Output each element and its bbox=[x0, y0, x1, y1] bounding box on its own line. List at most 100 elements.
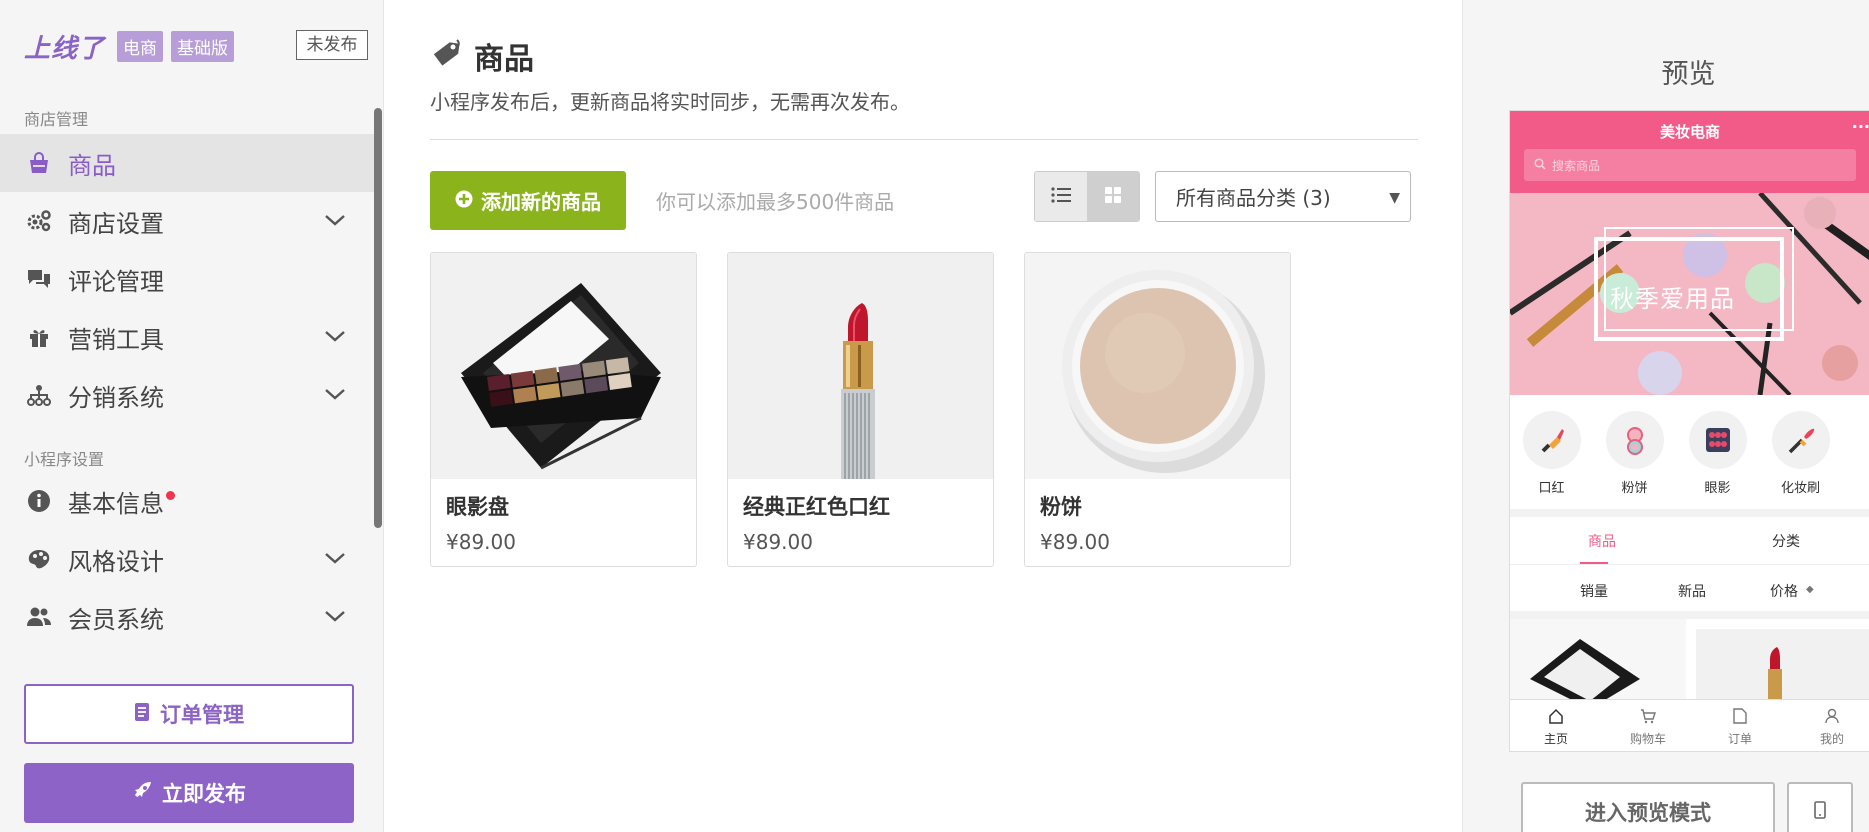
order-icon bbox=[1733, 708, 1747, 727]
sidebar-item-marketing[interactable]: 营销工具 bbox=[0, 308, 374, 366]
shopping-bag-icon bbox=[24, 148, 54, 178]
product-name: 经典正红色口红 bbox=[743, 495, 890, 519]
sidebar-item-label: 分销系统 bbox=[68, 383, 164, 412]
phone-preview[interactable]: 美妆电商 ··· 搜索商品 秋季爱用品 口红 粉饼 眼影 化妆刷 商品 分类 销… bbox=[1509, 110, 1869, 752]
chevron-down-icon bbox=[324, 328, 346, 347]
sidebar-item-label: 评论管理 bbox=[68, 267, 164, 296]
chevron-down-icon bbox=[324, 608, 346, 627]
app-root: 上线了 电商 基础版 未发布 商店管理 商品 商店设置 评论管理 营销工具 分销… bbox=[0, 0, 1869, 832]
rocket-icon bbox=[132, 781, 152, 806]
phone-sort-bar: 销量 新品 价格 ◆ bbox=[1510, 567, 1869, 611]
document-icon bbox=[134, 702, 150, 727]
section-title-miniapp: 小程序设置 bbox=[24, 450, 105, 469]
chevron-down-icon bbox=[324, 386, 346, 405]
sort-toggle-icon: ◆ bbox=[1806, 584, 1814, 595]
preview-panel: 预览 美妆电商 ··· 搜索商品 秋季爱用品 口红 粉饼 眼影 化妆刷 商品 分… bbox=[1462, 0, 1869, 832]
sidebar-item-products[interactable]: 商品 bbox=[0, 134, 374, 192]
phone-header: 美妆电商 ··· 搜索商品 bbox=[1510, 111, 1869, 193]
phone-tab-products[interactable]: 商品 bbox=[1510, 517, 1694, 564]
publish-now-button[interactable]: 立即发布 bbox=[24, 763, 354, 823]
sidebar-item-label: 风格设计 bbox=[68, 547, 164, 576]
tag-icon bbox=[430, 38, 462, 74]
sidebar-item-label: 会员系统 bbox=[68, 605, 164, 634]
phone-nav-orders[interactable]: 订单 bbox=[1694, 700, 1786, 751]
product-price: ¥89.00 bbox=[1040, 530, 1110, 554]
phone-tab-categories[interactable]: 分类 bbox=[1694, 517, 1869, 564]
page-title: 商品 bbox=[474, 42, 534, 77]
gears-icon bbox=[24, 206, 54, 236]
palette-icon bbox=[24, 544, 54, 574]
product-name: 眼影盘 bbox=[446, 495, 509, 519]
phone-product-grid bbox=[1510, 619, 1869, 709]
phone-banner: 秋季爱用品 bbox=[1510, 193, 1869, 395]
search-icon bbox=[1534, 157, 1546, 173]
phone-category-item[interactable]: 口红 bbox=[1510, 403, 1593, 501]
phone-search-placeholder: 搜索商品 bbox=[1552, 158, 1601, 173]
sort-sales[interactable]: 销量 bbox=[1580, 581, 1608, 601]
sitemap-icon bbox=[24, 380, 54, 410]
sidebar-item-style-design[interactable]: 风格设计 bbox=[0, 530, 374, 588]
sidebar-item-reviews[interactable]: 评论管理 bbox=[0, 250, 374, 308]
add-product-label: 添加新的商品 bbox=[481, 190, 601, 214]
preview-title: 预览 bbox=[1661, 59, 1716, 90]
product-card[interactable]: 眼影盘 ¥89.00 bbox=[430, 252, 697, 567]
grid-icon bbox=[1104, 186, 1122, 208]
phone-nav-label: 购物车 bbox=[1629, 732, 1666, 746]
cart-icon bbox=[1640, 708, 1656, 727]
users-icon bbox=[24, 602, 54, 632]
sidebar-item-basic-info[interactable]: 基本信息 bbox=[0, 472, 374, 530]
product-name: 粉饼 bbox=[1040, 495, 1082, 519]
order-management-label: 订单管理 bbox=[160, 703, 244, 727]
add-product-button[interactable]: 添加新的商品 bbox=[430, 171, 626, 230]
phone-category-item[interactable]: 眼影 bbox=[1676, 403, 1759, 501]
category-select[interactable]: 所有商品分类 (3) ▼ bbox=[1155, 171, 1411, 222]
phone-nav-label: 主页 bbox=[1543, 732, 1568, 746]
makeup-brush-icon bbox=[1771, 411, 1830, 469]
sidebar-item-store-settings[interactable]: 商店设置 bbox=[0, 192, 374, 250]
phone-category-label: 眼影 bbox=[1704, 481, 1731, 496]
grid-view-button[interactable] bbox=[1087, 172, 1139, 221]
phone-separator bbox=[1510, 611, 1869, 619]
sort-price[interactable]: 价格 bbox=[1770, 581, 1798, 601]
banner-text: 秋季爱用品 bbox=[1610, 285, 1735, 313]
product-image-powder bbox=[1025, 253, 1290, 479]
mobile-preview-button[interactable] bbox=[1787, 782, 1853, 832]
sidebar-item-label: 营销工具 bbox=[68, 325, 164, 354]
phone-nav-label: 订单 bbox=[1727, 732, 1752, 746]
sidebar-item-distribution[interactable]: 分销系统 bbox=[0, 366, 374, 424]
more-icon: ··· bbox=[1851, 117, 1869, 136]
phone-category-label: 化妆刷 bbox=[1780, 481, 1820, 496]
phone-category-item[interactable]: 化妆刷 bbox=[1759, 403, 1842, 501]
phone-nav-label: 我的 bbox=[1819, 732, 1844, 746]
section-title-store: 商店管理 bbox=[24, 110, 89, 129]
user-icon bbox=[1824, 708, 1840, 727]
chevron-down-icon bbox=[324, 550, 346, 569]
divider bbox=[430, 139, 1418, 140]
phone-nav-me[interactable]: 我的 bbox=[1786, 700, 1869, 751]
product-card[interactable]: 经典正红色口红 ¥89.00 bbox=[727, 252, 994, 567]
gift-icon bbox=[24, 322, 54, 352]
phone-nav-cart[interactable]: 购物车 bbox=[1602, 700, 1694, 751]
sidebar-item-membership[interactable]: 会员系统 bbox=[0, 588, 374, 646]
order-management-button[interactable]: 订单管理 bbox=[24, 684, 354, 744]
phone-category-label: 粉饼 bbox=[1621, 481, 1648, 496]
list-view-button[interactable] bbox=[1035, 172, 1087, 221]
phone-separator bbox=[1510, 509, 1869, 517]
product-card[interactable]: 粉饼 ¥89.00 bbox=[1024, 252, 1291, 567]
product-image-lipstick bbox=[728, 253, 993, 479]
product-price: ¥89.00 bbox=[446, 530, 516, 554]
notification-dot bbox=[166, 490, 175, 500]
phone-nav-home[interactable]: 主页 bbox=[1510, 700, 1602, 751]
add-product-hint: 你可以添加最多500件商品 bbox=[656, 190, 895, 214]
sort-new[interactable]: 新品 bbox=[1678, 581, 1706, 601]
page-subtitle: 小程序发布后，更新商品将实时同步，无需再次发布。 bbox=[430, 90, 910, 114]
sidebar-scrollbar[interactable] bbox=[374, 108, 382, 528]
phone-search-bar: 搜索商品 bbox=[1524, 149, 1856, 181]
page-header: 商品 bbox=[430, 34, 534, 78]
view-toggle bbox=[1034, 171, 1140, 222]
publish-now-label: 立即发布 bbox=[162, 782, 246, 806]
phone-category-item[interactable]: 粉饼 bbox=[1593, 403, 1676, 501]
sidebar-item-label: 商品 bbox=[68, 151, 116, 180]
enter-preview-mode-button[interactable]: 进入预览模式 bbox=[1521, 782, 1775, 832]
product-price: ¥89.00 bbox=[743, 530, 813, 554]
